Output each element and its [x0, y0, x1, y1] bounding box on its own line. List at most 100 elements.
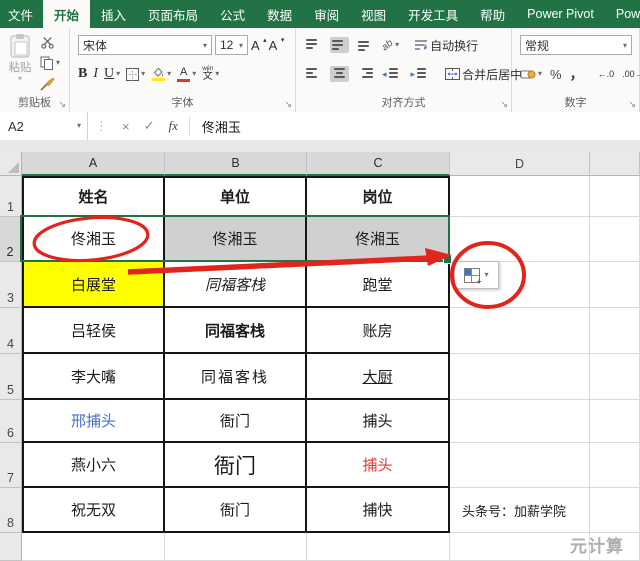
grow-font-button[interactable]: A▴ — [251, 38, 266, 53]
underline-button[interactable]: U ▾ — [104, 66, 120, 82]
align-middle-button[interactable] — [330, 37, 349, 53]
cell-C7[interactable]: 捕头 — [307, 443, 450, 488]
cell-D2[interactable] — [450, 217, 590, 262]
clipboard-dialog-launcher[interactable]: ↘ — [58, 100, 66, 109]
cell-B2[interactable]: 佟湘玉 — [165, 217, 307, 262]
increase-indent-button[interactable]: ▸ — [411, 66, 433, 82]
fill-color-button[interactable]: ▾ — [151, 66, 171, 82]
row-header-1[interactable]: 1 — [0, 176, 22, 217]
col-header-e[interactable] — [590, 152, 640, 176]
cell-B5[interactable]: 同福客栈 — [165, 354, 307, 400]
tab-insert[interactable]: 插入 — [90, 0, 137, 28]
increase-decimal-button[interactable]: ←.0 — [598, 69, 615, 79]
enter-button[interactable]: ✓ — [144, 118, 155, 134]
align-center-button[interactable] — [330, 66, 349, 82]
cell-E5[interactable] — [590, 354, 640, 400]
col-header-C[interactable]: C — [307, 152, 450, 176]
tab-review[interactable]: 审阅 — [303, 0, 350, 28]
row-header-2[interactable]: 2 — [0, 217, 22, 262]
orientation-button[interactable]: ab ▾ — [382, 37, 399, 53]
tab-power-pivot[interactable]: Power Pivot — [516, 0, 605, 28]
row-header-5[interactable]: 5 — [0, 354, 22, 400]
cell-D1[interactable] — [450, 176, 590, 217]
number-dialog-launcher[interactable]: ↘ — [628, 100, 636, 109]
cell-B1[interactable]: 单位 — [165, 176, 307, 217]
font-name-combo[interactable]: 宋体 ▾ — [78, 35, 212, 55]
cell-E8[interactable] — [590, 488, 640, 533]
cell-D6[interactable] — [450, 400, 590, 443]
cell-C4[interactable]: 账房 — [307, 308, 450, 354]
tab-view[interactable]: 视图 — [350, 0, 397, 28]
shrink-font-button[interactable]: A▾ — [269, 38, 284, 53]
cell-C2[interactable]: 佟湘玉 — [307, 217, 450, 262]
align-right-button[interactable] — [356, 66, 375, 82]
comma-style-button[interactable]: ， — [570, 64, 584, 84]
align-top-button[interactable] — [304, 37, 323, 53]
cut-button[interactable] — [40, 34, 60, 50]
row-header-6[interactable]: 6 — [0, 400, 22, 443]
align-bottom-button[interactable] — [356, 37, 375, 53]
cell-D5[interactable] — [450, 354, 590, 400]
align-left-button[interactable] — [304, 66, 323, 82]
cell-A9[interactable] — [22, 533, 165, 561]
col-header-B[interactable]: B — [165, 152, 307, 176]
tab-home[interactable]: 开始 — [43, 0, 90, 28]
copy-button[interactable]: ▾ — [40, 55, 60, 71]
font-dialog-launcher[interactable]: ↘ — [284, 100, 292, 109]
font-color-button[interactable]: A ▾ — [177, 66, 196, 82]
cell-A5[interactable]: 李大嘴 — [22, 354, 165, 400]
cell-D8[interactable]: 头条号：加薪学院 — [450, 488, 590, 533]
cell-D4[interactable] — [450, 308, 590, 354]
cell-B4[interactable]: 同福客栈 — [165, 308, 307, 354]
cell-E2[interactable] — [590, 217, 640, 262]
row-header-9[interactable] — [0, 533, 22, 561]
percent-style-button[interactable]: % — [550, 67, 562, 82]
cell-C3[interactable]: 跑堂 — [307, 262, 450, 308]
formula-input[interactable]: 佟湘玉 — [202, 117, 241, 136]
paste-options-button[interactable]: ▾ — [454, 261, 499, 289]
decrease-indent-button[interactable]: ◂ — [382, 66, 404, 82]
cell-E7[interactable] — [590, 443, 640, 488]
insert-function-button[interactable]: fx — [169, 118, 178, 134]
cell-A7[interactable]: 燕小六 — [22, 443, 165, 488]
row-header-7[interactable]: 7 — [0, 443, 22, 488]
tab-help[interactable]: 帮助 — [469, 0, 516, 28]
cell-C9[interactable] — [307, 533, 450, 561]
tab-data[interactable]: 数据 — [256, 0, 303, 28]
row-header-3[interactable]: 3 — [0, 262, 22, 308]
row-header-8[interactable]: 8 — [0, 488, 22, 533]
cell-B3[interactable]: 同福客栈 — [165, 262, 307, 308]
italic-button[interactable]: I — [93, 66, 98, 82]
cell-E3[interactable] — [590, 262, 640, 308]
tab-file[interactable]: 文件 — [0, 0, 43, 28]
cell-D9[interactable] — [450, 533, 590, 561]
decrease-decimal-button[interactable]: .00→ — [622, 69, 640, 79]
cell-D7[interactable] — [450, 443, 590, 488]
cell-E1[interactable] — [590, 176, 640, 217]
col-header-A[interactable]: A — [22, 152, 165, 176]
cell-B6[interactable]: 衙门 — [165, 400, 307, 443]
cell-C1[interactable]: 岗位 — [307, 176, 450, 217]
cell-C6[interactable]: 捕头 — [307, 400, 450, 443]
paste-button[interactable]: 粘贴 ▾ — [4, 33, 36, 95]
wrap-text-button[interactable]: 自动换行 — [414, 37, 478, 53]
cell-E4[interactable] — [590, 308, 640, 354]
cell-C5[interactable]: 大厨 — [307, 354, 450, 400]
font-size-combo[interactable]: 12 ▾ — [215, 35, 248, 55]
row-header-4[interactable]: 4 — [0, 308, 22, 354]
phonetic-guide-button[interactable]: wén 文 ▾ — [202, 66, 219, 82]
bold-button[interactable]: B — [78, 66, 87, 82]
col-header-D[interactable]: D — [450, 152, 590, 176]
cell-A6[interactable]: 邢捕头 — [22, 400, 165, 443]
borders-button[interactable]: ▾ — [126, 66, 145, 82]
tab-power-view[interactable]: Power View — [605, 0, 640, 28]
cell-A2[interactable]: 佟湘玉 — [22, 217, 165, 262]
tab-page-layout[interactable]: 页面布局 — [137, 0, 209, 28]
cancel-button[interactable]: × — [122, 119, 130, 134]
cell-B8[interactable]: 衙门 — [165, 488, 307, 533]
cell-E6[interactable] — [590, 400, 640, 443]
alignment-dialog-launcher[interactable]: ↘ — [500, 100, 508, 109]
format-painter-button[interactable] — [40, 76, 60, 92]
cell-B9[interactable] — [165, 533, 307, 561]
accounting-format-button[interactable]: ▾ — [520, 66, 542, 82]
